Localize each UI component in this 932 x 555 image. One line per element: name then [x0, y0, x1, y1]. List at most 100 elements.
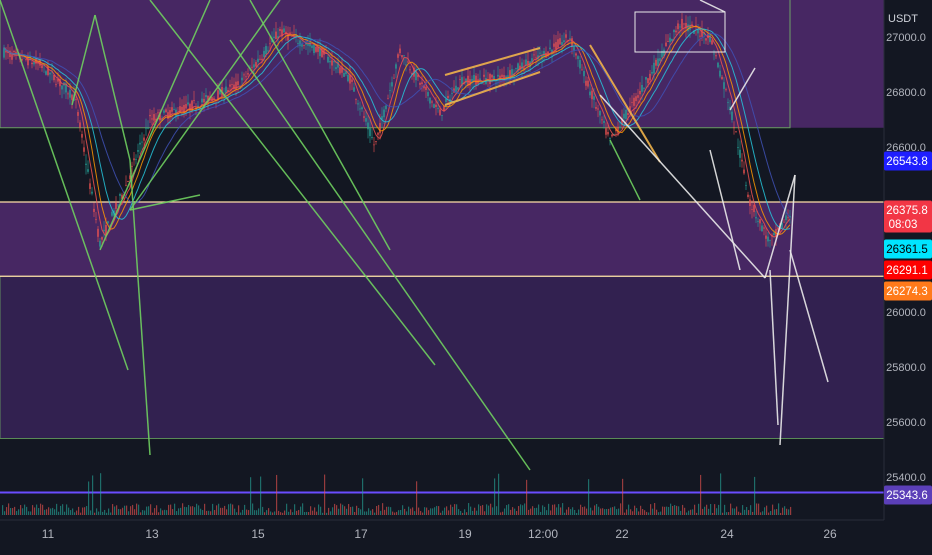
candle-body: [143, 137, 145, 141]
candle-body: [217, 90, 219, 100]
volume-bar: [714, 504, 716, 515]
volume-bar: [718, 504, 720, 515]
candle-body: [333, 61, 335, 63]
volume-bar: [218, 503, 220, 515]
candle-body: [81, 134, 83, 138]
volume-bar: [656, 509, 658, 515]
volume-bar: [776, 509, 778, 515]
volume-bar: [334, 503, 336, 515]
volume-bar: [438, 506, 440, 515]
candle-body: [101, 237, 103, 240]
volume-bar: [140, 512, 142, 515]
volume-bar: [54, 509, 56, 515]
volume-bar: [20, 505, 22, 515]
candle-body: [363, 116, 365, 118]
volume-bar: [674, 505, 676, 515]
candle-body: [507, 75, 509, 77]
volume-bar: [724, 504, 726, 515]
volume-bar: [314, 507, 316, 515]
candle-body: [619, 126, 621, 128]
volume-bar: [508, 504, 510, 515]
volume-bar: [722, 512, 724, 515]
chart[interactable]: USDT 27000.0 26800.0 26600.0 26000.0 25800.0…: [0, 0, 932, 550]
volume-bar: [30, 511, 32, 515]
volume-bar: [380, 510, 382, 515]
candle-body: [141, 141, 143, 143]
volume-bar: [584, 506, 586, 515]
candle-body: [447, 95, 449, 99]
candle-body: [727, 102, 729, 103]
volume-bar: [368, 508, 370, 515]
volume-bar: [38, 508, 40, 515]
candle-body: [279, 29, 281, 31]
candle-body: [361, 107, 363, 110]
volume-bar: [308, 512, 310, 515]
x-tick-label: 15: [251, 527, 265, 541]
candle-body: [723, 82, 725, 89]
volume-bar: [282, 512, 284, 515]
volume-bar: [24, 504, 26, 515]
price-badge-label: 26361.5: [886, 244, 928, 256]
candle-body: [675, 30, 677, 33]
candle-body: [635, 96, 637, 102]
volume-bar: [10, 507, 12, 515]
volume-bar: [636, 508, 638, 515]
volume-bar: [274, 511, 276, 515]
candle-body: [41, 65, 43, 69]
candle-body: [339, 67, 341, 74]
volume-bar: [728, 512, 730, 515]
candle-body: [591, 90, 593, 100]
volume-bar: [550, 510, 552, 515]
candle-body: [667, 41, 669, 43]
volume-bar: [92, 475, 94, 515]
volume-bar: [498, 473, 500, 515]
candle-body: [173, 109, 175, 110]
volume-bar: [364, 511, 366, 515]
candle-body: [99, 240, 101, 247]
candle-body: [585, 80, 587, 86]
volume-bar: [518, 506, 520, 515]
volume-bar: [8, 503, 10, 515]
volume-bar: [748, 510, 750, 515]
volume-bar: [686, 512, 688, 515]
volume-bar: [374, 512, 376, 515]
volume-bar: [668, 506, 670, 515]
volume-bar: [202, 510, 204, 515]
candle-body: [335, 67, 337, 70]
candle-body: [241, 77, 243, 81]
candle-body: [459, 79, 461, 80]
volume-bar: [774, 509, 776, 515]
candle-body: [601, 119, 603, 121]
volume-bar: [752, 511, 754, 515]
candle-body: [79, 122, 81, 128]
volume-bar: [592, 510, 594, 515]
price-chart-svg[interactable]: USDT 27000.026800.026600.026000.025800.0…: [0, 0, 932, 550]
candle-body: [653, 62, 655, 74]
volume-bar: [780, 512, 782, 515]
volume-bar: [580, 504, 582, 515]
volume-bar: [66, 504, 68, 515]
volume-bar: [116, 505, 118, 515]
volume-bar: [418, 507, 420, 515]
candle-body: [115, 202, 117, 209]
volume-bar: [346, 508, 348, 515]
volume-bar: [444, 507, 446, 515]
volume-bar: [196, 503, 198, 515]
volume-bar: [332, 507, 334, 515]
candle-body: [643, 88, 645, 90]
volume-bar: [750, 505, 752, 515]
volume-bar: [230, 503, 232, 515]
volume-bar: [326, 512, 328, 515]
volume-bar: [132, 504, 134, 515]
volume-bar: [276, 474, 278, 515]
volume-bar: [352, 506, 354, 515]
candle-body: [627, 113, 629, 116]
volume-bar: [474, 507, 476, 515]
volume-bar: [64, 511, 66, 515]
volume-bar: [530, 508, 532, 515]
candle-body: [297, 43, 299, 44]
candle-body: [527, 60, 529, 65]
zone-0: [0, 0, 884, 128]
volume-bar: [426, 507, 428, 515]
y-tick-label: 27000.0: [886, 32, 926, 44]
